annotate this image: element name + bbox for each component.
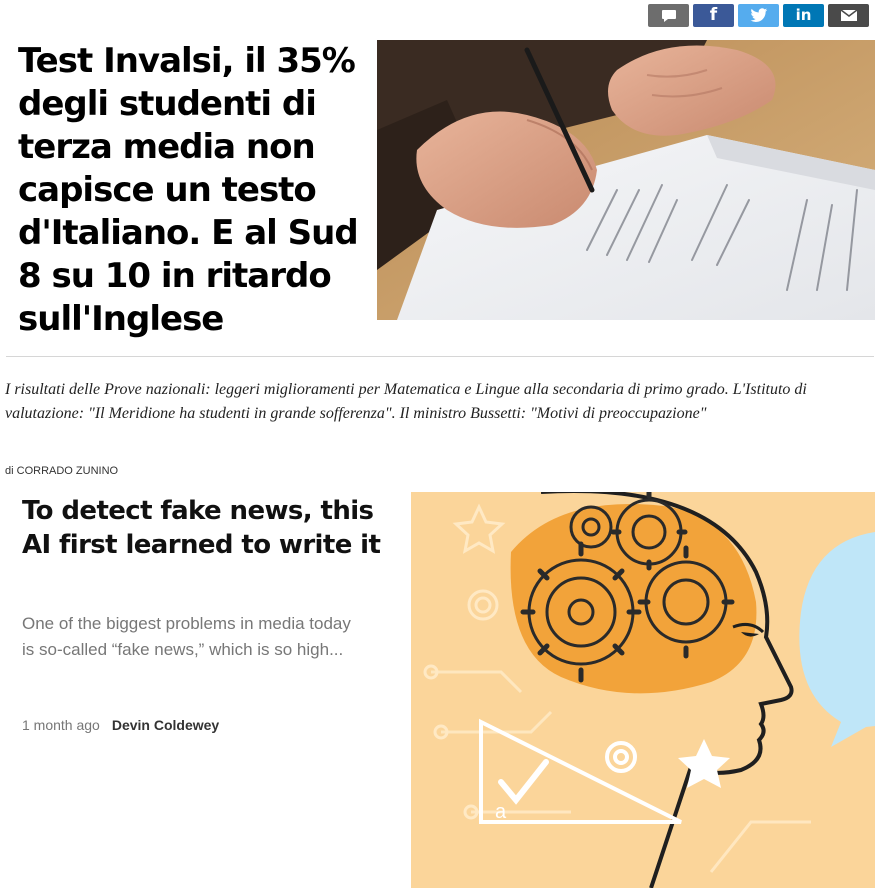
article-summary: I risultati delle Prove nazionali: legge… (5, 381, 807, 422)
article-2-excerpt: One of the biggest problems in media tod… (22, 614, 351, 659)
article-headline[interactable]: Test Invalsi, il 35% degli studenti di t… (18, 40, 368, 341)
article-photo-student-writing[interactable] (377, 40, 875, 320)
email-icon (840, 9, 857, 21)
twitter-icon (750, 8, 767, 22)
byline-author[interactable]: Corrado Zunino (17, 465, 118, 477)
article-2-timestamp: 1 month ago (22, 717, 100, 733)
linkedin-icon: in (795, 6, 812, 24)
facebook-icon: f (709, 5, 718, 25)
article-2-illustration[interactable]: a (411, 492, 875, 888)
comment-icon (661, 9, 676, 22)
ai-brain-gears-illustration: a (411, 492, 875, 888)
article-byline: di Corrado Zunino (5, 465, 118, 477)
email-share-button[interactable] (828, 4, 869, 27)
byline-prefix: di (5, 465, 14, 477)
article-2-author[interactable]: Devin Coldewey (112, 717, 219, 733)
section-divider (6, 356, 874, 357)
facebook-share-button[interactable]: f (693, 4, 734, 27)
comment-button[interactable] (648, 4, 689, 27)
twitter-share-button[interactable] (738, 4, 779, 27)
share-bar: f in (648, 4, 869, 27)
article-2-meta: 1 month ago Devin Coldewey (22, 717, 219, 733)
student-writing-photo (377, 40, 875, 320)
linkedin-share-button[interactable]: in (783, 4, 824, 27)
article-2-headline[interactable]: To detect fake news, this AI first learn… (22, 494, 392, 562)
illustration-letter: a (495, 801, 507, 823)
